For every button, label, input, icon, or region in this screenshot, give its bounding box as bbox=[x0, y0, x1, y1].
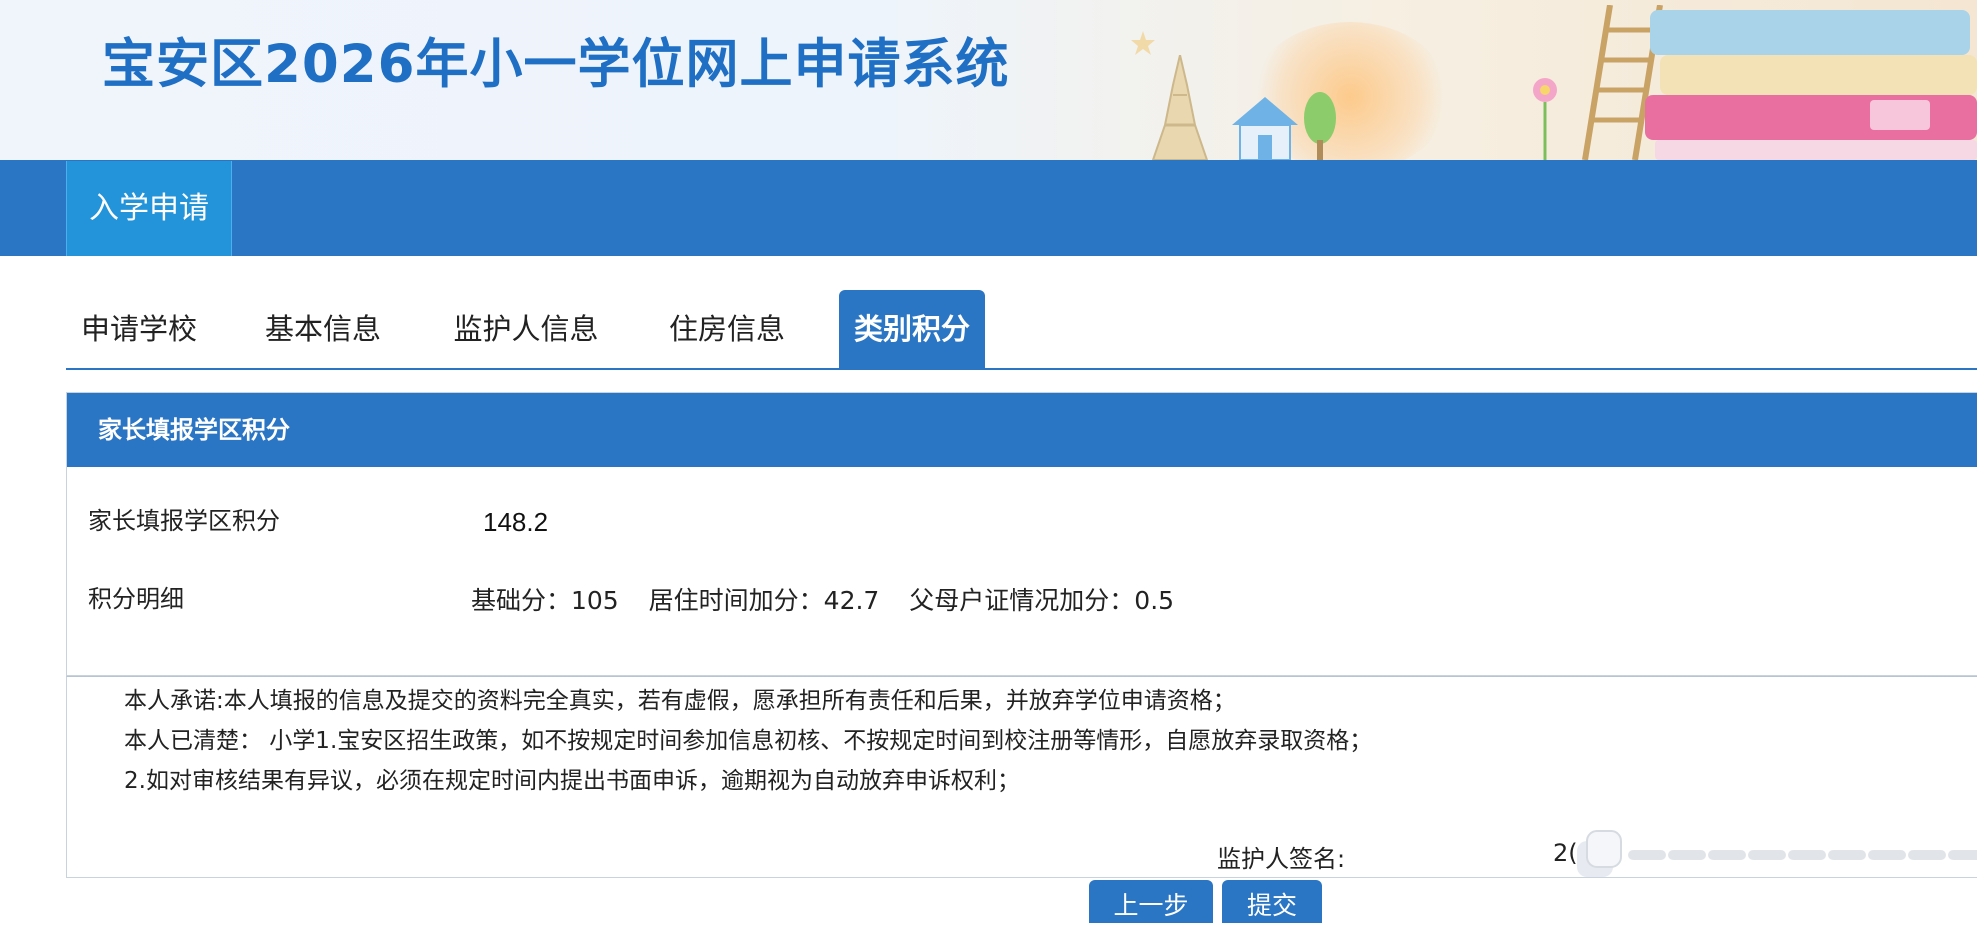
signature-value: 2( bbox=[1553, 839, 1578, 867]
tab-housing-info[interactable]: 住房信息 bbox=[654, 290, 800, 369]
commitment-line: 2.如对审核结果有异议，必须在规定时间内提出书面申诉，逾期视为自动放弃申诉权利； bbox=[124, 768, 1020, 794]
base-score: 基础分：105 bbox=[471, 586, 619, 615]
tab-apply-school[interactable]: 申请学校 bbox=[66, 290, 212, 369]
submit-button[interactable]: 提交 bbox=[1222, 880, 1322, 923]
signature-label: 监护人签名: bbox=[1217, 845, 1346, 873]
score-label: 家长填报学区积分 bbox=[88, 507, 280, 535]
residence-bonus: 居住时间加分：42.7 bbox=[648, 586, 880, 615]
header-banner: 宝安区2026年小一学位网上申请系统 bbox=[0, 0, 1977, 160]
commitment-line: 本人已清楚： 小学1.宝安区招生政策，如不按规定时间参加信息初核、不按规定时间到… bbox=[124, 728, 1373, 754]
books-illustration bbox=[1645, 10, 1977, 160]
commitment-box: 本人承诺:本人填报的信息及提交的资料完全真实，若有虚假，愿承担所有责任和后果，并… bbox=[66, 676, 1977, 878]
page-title: 宝安区2026年小一学位网上申请系统 bbox=[102, 34, 1010, 95]
star-icon bbox=[1131, 31, 1155, 55]
flower-illustration bbox=[1533, 78, 1557, 160]
house-illustration bbox=[1232, 97, 1298, 160]
tab-guardian-info[interactable]: 监护人信息 bbox=[436, 290, 616, 369]
score-value: 148.2 bbox=[483, 507, 549, 537]
tab-underline bbox=[66, 368, 1977, 370]
tab-basic-info[interactable]: 基本信息 bbox=[250, 290, 396, 369]
hukou-bonus: 父母户证情况加分：0.5 bbox=[909, 586, 1175, 615]
commitment-line: 本人承诺:本人填报的信息及提交的资料完全真实，若有虚假，愿承担所有责任和后果，并… bbox=[124, 688, 1236, 714]
tab-category-score[interactable]: 类别积分 bbox=[839, 290, 985, 369]
tower-illustration bbox=[1151, 55, 1209, 160]
watermark-icon bbox=[1577, 830, 1977, 877]
main-nav-bar: 入学申请 bbox=[0, 160, 1977, 256]
panel-header: 家长填报学区积分 bbox=[67, 393, 1977, 467]
tree-illustration bbox=[1304, 92, 1336, 160]
step-tabs: 申请学校 基本信息 监护人信息 住房信息 类别积分 bbox=[66, 290, 1977, 370]
score-panel: 家长填报学区积分 家长填报学区积分 148.2 积分明细 基础分：105 居住时… bbox=[66, 392, 1977, 676]
detail-label: 积分明细 bbox=[88, 585, 184, 613]
score-detail: 基础分：105 居住时间加分：42.7 父母户证情况加分：0.5 bbox=[471, 581, 1196, 617]
nav-tab-enrollment[interactable]: 入学申请 bbox=[66, 161, 232, 256]
previous-step-button[interactable]: 上一步 bbox=[1089, 880, 1213, 923]
